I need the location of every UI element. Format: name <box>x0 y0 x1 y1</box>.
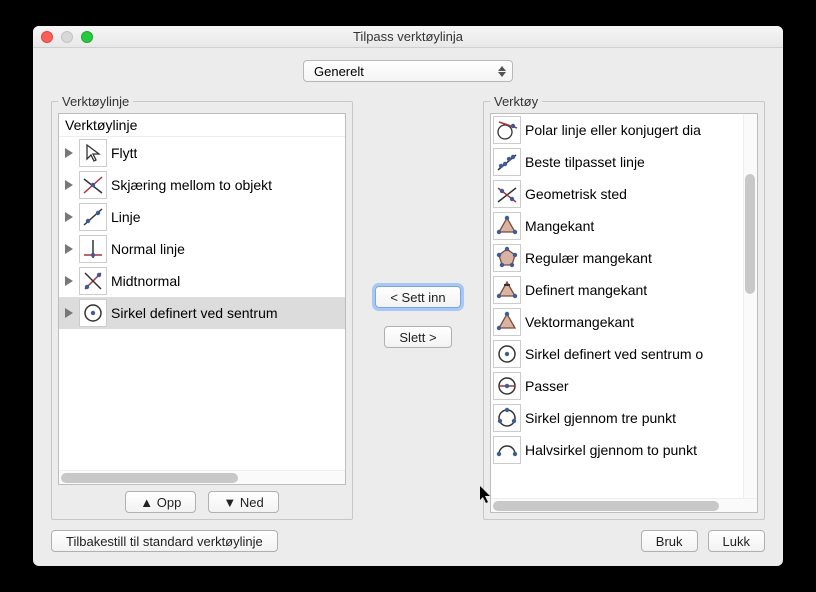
tool-row-label: Mangekant <box>525 218 594 234</box>
intersect-icon <box>79 171 107 199</box>
titlebar: Tilpass verktøylinja <box>33 26 783 48</box>
tool-row[interactable]: Passer <box>491 370 743 402</box>
category-select[interactable]: Generelt <box>303 60 513 82</box>
delete-button[interactable]: Slett > <box>384 326 451 348</box>
close-button[interactable]: Lukk <box>708 530 765 552</box>
tool-row[interactable]: Geometrisk sted <box>491 178 743 210</box>
toolbar-row-label: Sirkel definert ved sentrum <box>111 305 278 321</box>
toolbar-fieldset: Verktøylinje Verktøylinje Flytt Skjæring… <box>51 94 353 520</box>
tool-row[interactable]: Beste tilpasset linje <box>491 146 743 178</box>
tool-row[interactable]: Halvsirkel gjennom to punkt <box>491 434 743 466</box>
rigidpoly-icon <box>493 276 521 304</box>
tool-row-label: Passer <box>525 378 569 394</box>
move-up-button[interactable]: ▲ Opp <box>125 491 196 513</box>
toolbar-row-label: Linje <box>111 209 141 225</box>
category-selected-label: Generelt <box>314 64 364 79</box>
toolbar-row[interactable]: Linje <box>59 201 345 233</box>
locus-icon <box>493 180 521 208</box>
tool-row-label: Sirkel definert ved sentrum o <box>525 346 703 362</box>
toolbar-row-label: Normal linje <box>111 241 185 257</box>
toolbar-row-label: Skjæring mellom to objekt <box>111 177 272 193</box>
tool-row[interactable]: Definert mangekant <box>491 274 743 306</box>
toolbar-row[interactable]: Normal linje <box>59 233 345 265</box>
circle-center-icon <box>493 340 521 368</box>
polar-icon <box>493 116 521 144</box>
tool-row-label: Beste tilpasset linje <box>525 154 645 170</box>
tool-row-label: Polar linje eller konjugert dia <box>525 122 701 138</box>
vecpoly-icon <box>493 308 521 336</box>
tools-list[interactable]: Polar linje eller konjugert dia Beste ti… <box>490 113 758 513</box>
tool-row-label: Halvsirkel gjennom to punkt <box>525 442 697 458</box>
tool-row[interactable]: Polar linje eller konjugert dia <box>491 114 743 146</box>
disclosure-triangle-icon[interactable] <box>63 148 75 158</box>
insert-button[interactable]: < Sett inn <box>375 286 460 308</box>
window-title: Tilpass verktøylinja <box>33 29 783 44</box>
polygon-icon <box>493 212 521 240</box>
toolbar-row-label: Midtnormal <box>111 273 180 289</box>
toolbar-row[interactable]: Sirkel definert ved sentrum <box>59 297 345 329</box>
compass-icon <box>493 372 521 400</box>
perp-icon <box>79 235 107 263</box>
regpoly-icon <box>493 244 521 272</box>
vertical-scrollbar[interactable] <box>743 114 757 498</box>
disclosure-triangle-icon[interactable] <box>63 244 75 254</box>
toolbar-row[interactable]: Midtnormal <box>59 265 345 297</box>
apply-button[interactable]: Bruk <box>641 530 698 552</box>
toolbar-legend: Verktøylinje <box>58 94 133 109</box>
semicircle-icon <box>493 436 521 464</box>
tool-row-label: Sirkel gjennom tre punkt <box>525 410 676 426</box>
move-down-button[interactable]: ▼ Ned <box>208 491 278 513</box>
tool-row[interactable]: Mangekant <box>491 210 743 242</box>
tool-row[interactable]: Sirkel gjennom tre punkt <box>491 402 743 434</box>
chevron-updown-icon <box>498 66 506 77</box>
midperp-icon <box>79 267 107 295</box>
disclosure-triangle-icon[interactable] <box>63 308 75 318</box>
toolbar-list-header: Verktøylinje <box>59 114 345 137</box>
disclosure-triangle-icon[interactable] <box>63 276 75 286</box>
tool-row-label: Definert mangekant <box>525 282 647 298</box>
tool-row[interactable]: Sirkel definert ved sentrum o <box>491 338 743 370</box>
tool-row[interactable]: Vektormangekant <box>491 306 743 338</box>
circle-center-icon <box>79 299 107 327</box>
pointer-icon <box>79 139 107 167</box>
horizontal-scrollbar[interactable] <box>59 470 345 484</box>
tool-row-label: Geometrisk sted <box>525 186 627 202</box>
circle3pt-icon <box>493 404 521 432</box>
disclosure-triangle-icon[interactable] <box>63 212 75 222</box>
tool-row-label: Vektormangekant <box>525 314 634 330</box>
dialog-window: Tilpass verktøylinja Generelt Verktøylin… <box>33 26 783 566</box>
bestfit-icon <box>493 148 521 176</box>
horizontal-scrollbar[interactable] <box>491 498 757 512</box>
toolbar-row-label: Flytt <box>111 145 137 161</box>
transfer-buttons: < Sett inn Slett > <box>363 94 473 520</box>
toolbar-row[interactable]: Flytt <box>59 137 345 169</box>
toolbar-list[interactable]: Verktøylinje Flytt Skjæring mellom to ob… <box>58 113 346 485</box>
tools-fieldset: Verktøy Polar linje eller konjugert dia … <box>483 94 765 520</box>
tools-legend: Verktøy <box>490 94 542 109</box>
disclosure-triangle-icon[interactable] <box>63 180 75 190</box>
tool-row[interactable]: Regulær mangekant <box>491 242 743 274</box>
line-icon <box>79 203 107 231</box>
tool-row-label: Regulær mangekant <box>525 250 652 266</box>
toolbar-row[interactable]: Skjæring mellom to objekt <box>59 169 345 201</box>
reset-button[interactable]: Tilbakestill til standard verktøylinje <box>51 530 278 552</box>
